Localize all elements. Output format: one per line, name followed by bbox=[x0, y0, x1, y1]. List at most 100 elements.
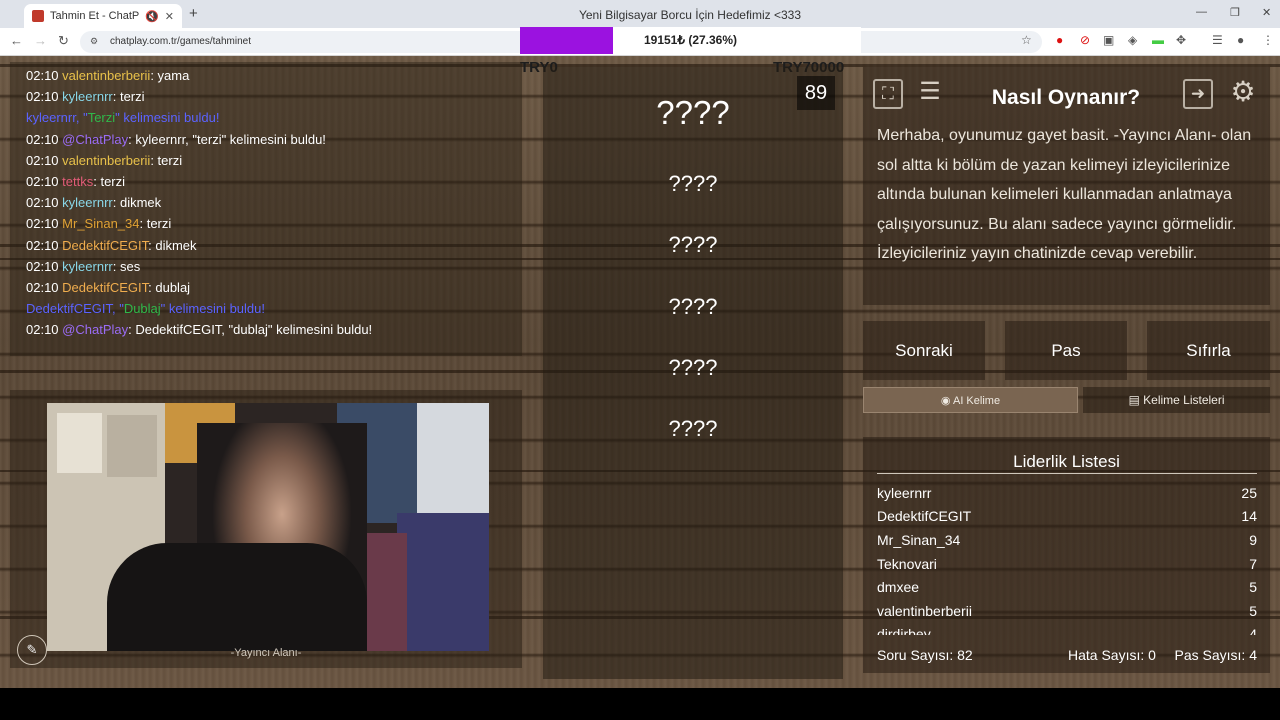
next-button[interactable]: Sonraki bbox=[863, 321, 985, 380]
chat-user[interactable]: DedektifCEGIT bbox=[62, 238, 148, 253]
ai-icon: ◉ bbox=[940, 395, 953, 407]
maximize-icon[interactable]: ❐ bbox=[1230, 6, 1240, 19]
chat-text: : terzi bbox=[93, 174, 126, 189]
streamer-area: -Yayıncı Alanı- ✎ bbox=[10, 390, 522, 668]
player-score: 5 bbox=[1249, 579, 1257, 596]
forbidden-word: ???? bbox=[668, 232, 718, 257]
how-to-play-text: Merhaba, oyunumuz gayet basit. -Yayıncı … bbox=[877, 127, 1252, 263]
word-lists-button[interactable]: ▤ Kelime Listeleri bbox=[1083, 387, 1270, 413]
chat-panel: 02:10 valentinberberii: yama 02:10 kyleer… bbox=[10, 62, 522, 356]
chat-text: : dikmek bbox=[148, 238, 197, 253]
logout-icon[interactable]: ➜ bbox=[1183, 79, 1213, 109]
chat-message: 02:10 tettks: terzi bbox=[26, 174, 125, 189]
error-count: Hata Sayısı: 0 bbox=[1068, 647, 1156, 663]
taskbar-area bbox=[0, 688, 1280, 720]
player-score: 9 bbox=[1249, 531, 1257, 548]
browser-tab[interactable]: Tahmin Et - ChatPlay 🔇 ✕ bbox=[24, 4, 182, 28]
player-score: 14 bbox=[1241, 508, 1257, 525]
site-favicon-icon bbox=[32, 10, 44, 22]
chat-text: : terzi bbox=[112, 89, 145, 104]
chat-message: kyleernrr, "Terzi" kelimesini buldu! bbox=[26, 110, 219, 125]
chat-message: 02:10 kyleernrr: dikmek bbox=[26, 195, 161, 210]
forward-icon[interactable]: → bbox=[34, 33, 47, 48]
chat-text: : terzi bbox=[150, 153, 183, 168]
leaderboard-row: Mr_Sinan_34 9 bbox=[877, 528, 1257, 552]
word-column: 89 ???? ???? ???? ???? ???? ???? bbox=[543, 67, 843, 679]
pin-icon[interactable]: ✎ bbox=[17, 635, 47, 665]
chat-text: : kyleernrr, "terzi" kelimesini buldu! bbox=[128, 132, 326, 147]
close-tab-icon[interactable]: ✕ bbox=[165, 10, 174, 23]
site-info-icon[interactable]: ⚙ bbox=[90, 36, 98, 47]
how-to-play-title: Nasıl Oynanır? bbox=[991, 86, 1141, 109]
leaderboard-row: Teknovari 7 bbox=[877, 552, 1257, 576]
chat-text: : DedektifCEGIT, "dublaj" kelimesini bul… bbox=[128, 322, 373, 337]
bookmark-star-icon[interactable]: ☆ bbox=[1021, 33, 1032, 47]
how-to-play-panel: ⛶ ☰ Nasıl Oynanır? ➜ ⚙ Merhaba, oyunumuz… bbox=[863, 67, 1270, 305]
reset-button[interactable]: Sıfırla bbox=[1147, 321, 1270, 380]
webcam-feed bbox=[47, 403, 489, 651]
minimize-icon[interactable]: — bbox=[1196, 6, 1207, 18]
chat-message: 02:10 @ChatPlay: DedektifCEGIT, "dublaj"… bbox=[26, 322, 372, 337]
list-icon: ▤ bbox=[1128, 393, 1144, 407]
chat-message: 02:10 DedektifCEGIT: dikmek bbox=[26, 238, 197, 253]
mute-icon[interactable]: 🔇 bbox=[145, 10, 159, 23]
leaderboard-list[interactable]: kyleernrr 25 DedektifCEGIT 14 Mr_Sinan_34 9 Te… bbox=[877, 481, 1257, 635]
extension-icon[interactable]: ◈ bbox=[1128, 33, 1137, 47]
chat-user[interactable]: tettks bbox=[62, 174, 93, 189]
main-hidden-word: ???? bbox=[656, 94, 730, 131]
chat-time: 02:10 bbox=[26, 259, 63, 274]
chat-user[interactable]: Mr_Sinan_34 bbox=[62, 216, 139, 231]
new-tab-icon[interactable]: + bbox=[189, 5, 198, 22]
chat-user[interactable]: valentinberberii bbox=[62, 153, 150, 168]
reload-icon[interactable]: ↻ bbox=[58, 33, 69, 49]
close-window-icon[interactable]: ✕ bbox=[1262, 6, 1271, 19]
fullscreen-icon[interactable]: ⛶ bbox=[873, 79, 903, 109]
word-lists-label: Kelime Listeleri bbox=[1143, 393, 1225, 407]
chat-user[interactable]: kyleernrr bbox=[62, 89, 113, 104]
leaderboard-row: dirdirbey 4 bbox=[877, 623, 1257, 635]
chat-time: 02:10 bbox=[26, 216, 63, 231]
document-icon[interactable]: ☰ bbox=[915, 79, 945, 109]
chat-user[interactable]: kyleernrr bbox=[62, 195, 113, 210]
player-score: 25 bbox=[1241, 484, 1257, 501]
chat-text: : yama bbox=[150, 68, 190, 83]
extension-icon[interactable]: ● bbox=[1056, 33, 1063, 47]
chat-time: 02:10 bbox=[26, 174, 63, 189]
chat-time: 02:10 bbox=[26, 195, 63, 210]
chat-message: 02:10 kyleernrr: terzi bbox=[26, 89, 145, 104]
chat-user[interactable]: DedektifCEGIT bbox=[62, 280, 148, 295]
player-score: 4 bbox=[1249, 626, 1257, 635]
chat-text: : terzi bbox=[139, 216, 172, 231]
chat-user[interactable]: kyleernrr bbox=[62, 259, 113, 274]
chat-message: 02:10 Mr_Sinan_34: terzi bbox=[26, 216, 171, 231]
forbidden-word: ???? bbox=[668, 355, 718, 380]
profile-avatar-icon[interactable]: ● bbox=[1237, 33, 1244, 47]
extensions-puzzle-icon[interactable]: ✥ bbox=[1176, 33, 1186, 47]
donation-progress-bar: 19151₺ (27.36%) bbox=[520, 27, 861, 54]
settings-gear-icon[interactable]: ⚙ bbox=[1228, 78, 1258, 109]
player-score: 7 bbox=[1249, 555, 1257, 572]
extension-icon[interactable]: ▬ bbox=[1152, 33, 1164, 47]
extension-icon[interactable]: ▣ bbox=[1103, 33, 1114, 47]
divider bbox=[877, 473, 1257, 474]
chat-user[interactable]: @ChatPlay bbox=[62, 322, 128, 337]
reading-list-icon[interactable]: ☰ bbox=[1212, 33, 1223, 47]
chat-text: " kelimesini buldu! bbox=[115, 110, 220, 125]
pass-button[interactable]: Pas bbox=[1005, 321, 1127, 380]
chat-user[interactable]: kyleernrr, " bbox=[26, 110, 88, 125]
found-word: Terzi bbox=[87, 110, 116, 125]
browser-menu-icon[interactable]: ⋮ bbox=[1262, 33, 1274, 47]
chat-time: 02:10 bbox=[26, 153, 63, 168]
extension-icon[interactable]: ⊘ bbox=[1080, 33, 1090, 47]
leaderboard-row: dmxee 5 bbox=[877, 575, 1257, 599]
chat-user[interactable]: DedektifCEGIT, " bbox=[26, 301, 124, 316]
chat-user[interactable]: @ChatPlay bbox=[62, 132, 128, 147]
chat-text: : dikmek bbox=[112, 195, 162, 210]
chat-user[interactable]: valentinberberii bbox=[62, 68, 150, 83]
ai-word-button[interactable]: ◉ AI Kelime bbox=[863, 387, 1078, 413]
back-icon[interactable]: ← bbox=[10, 33, 23, 48]
chat-time: 02:10 bbox=[26, 89, 63, 104]
player-name: dirdirbey bbox=[877, 626, 931, 635]
chat-message: 02:10 kyleernrr: ses bbox=[26, 259, 140, 274]
chat-text: : ses bbox=[112, 259, 141, 274]
